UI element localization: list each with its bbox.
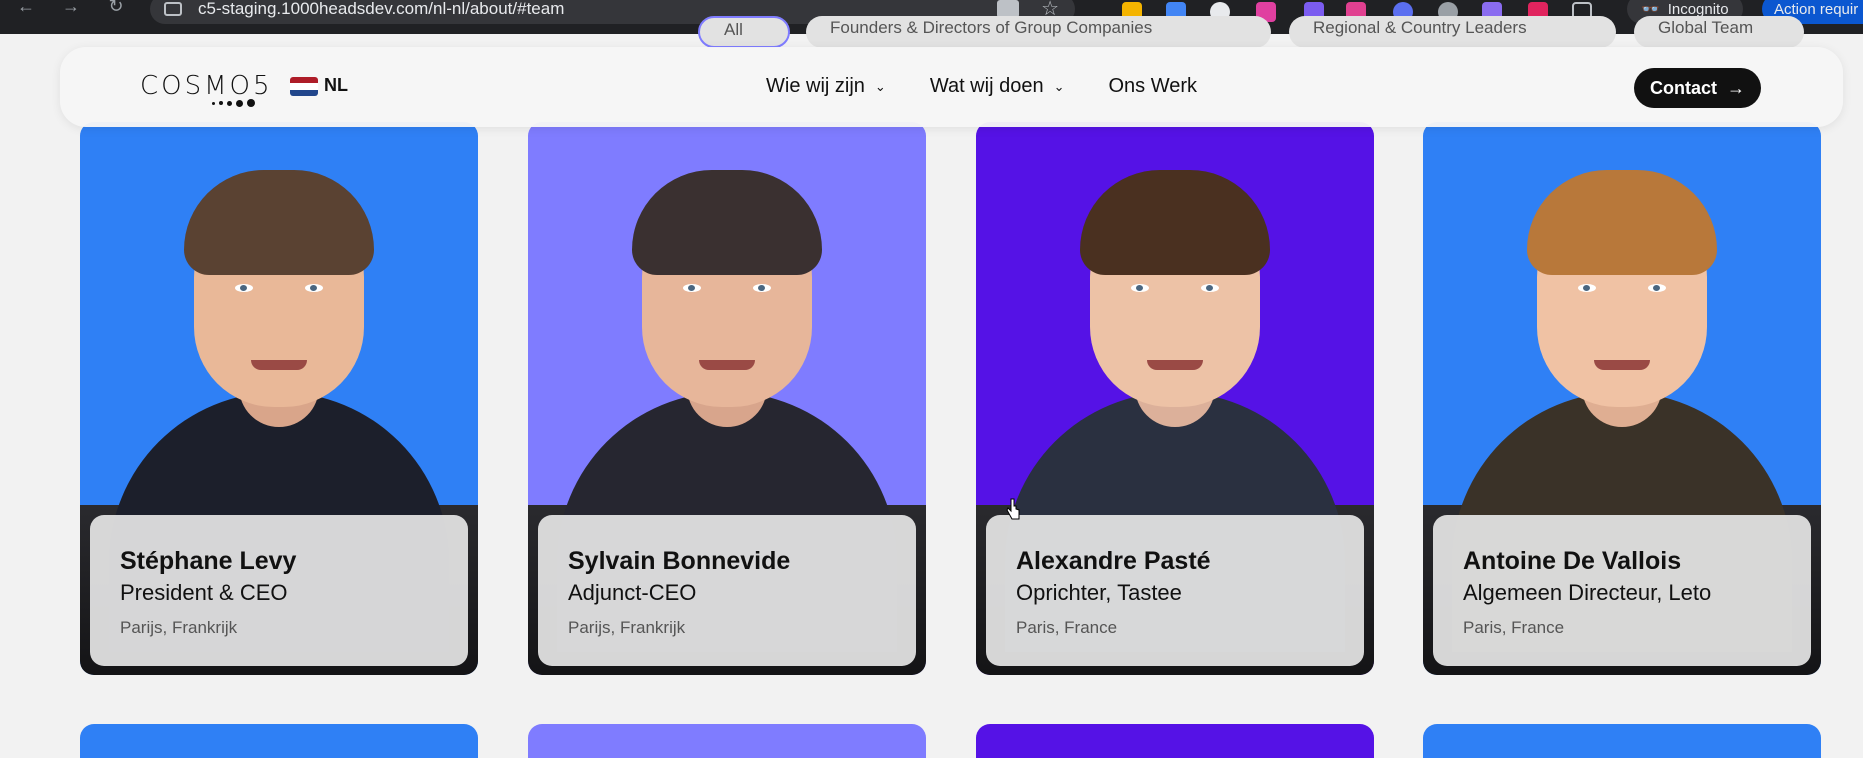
team-card[interactable]: Alexandre Pasté Oprichter, Tastee Paris,… <box>976 122 1374 675</box>
member-role: Algemeen Directeur, Leto <box>1463 580 1712 605</box>
member-role: President & CEO <box>120 580 288 605</box>
team-card[interactable] <box>1423 724 1821 758</box>
team-card[interactable] <box>976 724 1374 758</box>
filter-pill-global[interactable]: Global Team <box>1634 16 1804 48</box>
nav-label: Wat wij doen <box>929 75 1044 97</box>
team-card[interactable]: Antoine De Vallois Algemeen Directeur, L… <box>1423 122 1821 675</box>
member-role: Oprichter, Tastee <box>1016 580 1182 605</box>
team-card[interactable]: Sylvain Bonnevide Adjunct-CEO Parijs, Fr… <box>528 122 926 675</box>
chevron-down-icon: ⌄ <box>1053 78 1065 94</box>
reload-icon[interactable]: ↻ <box>100 0 132 18</box>
main-nav: Wie wij zijn ⌄ Wat wij doen ⌄ Ons Werk <box>766 75 1197 98</box>
language-selector[interactable]: NL <box>324 75 348 96</box>
site-info-icon[interactable] <box>164 2 182 16</box>
filter-pill-all[interactable]: All <box>698 16 790 48</box>
nav-label: Ons Werk <box>1108 75 1198 97</box>
member-location: Paris, France <box>1016 618 1118 637</box>
member-location: Paris, France <box>1463 618 1565 637</box>
action-required-label: Action requir <box>1774 0 1859 18</box>
forward-icon[interactable]: → <box>55 0 87 18</box>
nav-wie-wij-zijn[interactable]: Wie wij zijn ⌄ <box>766 75 886 98</box>
site-header: COSMO5 NL Wie wij zijn ⌄ Wat wij doen ⌄ … <box>60 47 1843 127</box>
member-name: Antoine De Vallois <box>1463 547 1682 575</box>
logo-dots-mark <box>212 99 255 107</box>
incognito-label: Incognito <box>1667 0 1729 18</box>
cosmo5-logo[interactable]: COSMO5 <box>140 71 273 101</box>
member-location: Parijs, Frankrijk <box>568 618 686 637</box>
team-card[interactable] <box>528 724 926 758</box>
nav-wat-wij-doen[interactable]: Wat wij doen ⌄ <box>930 75 1065 98</box>
team-member-info: Alexandre Pasté Oprichter, Tastee Paris,… <box>986 515 1364 666</box>
nav-label: Wie wij zijn <box>766 75 865 97</box>
team-card[interactable] <box>80 724 478 758</box>
member-location: Parijs, Frankrijk <box>120 618 238 637</box>
chevron-down-icon: ⌄ <box>874 78 886 94</box>
nav-ons-werk[interactable]: Ons Werk <box>1108 75 1197 98</box>
contact-button[interactable]: Contact → <box>1634 68 1761 108</box>
url-text: c5-staging.1000headsdev.com/nl-nl/about/… <box>198 0 565 18</box>
hand-cursor-icon <box>1006 498 1020 520</box>
arrow-right-icon: → <box>1727 77 1745 98</box>
member-role: Adjunct-CEO <box>568 580 697 605</box>
contact-label: Contact <box>1650 77 1717 98</box>
member-name: Stéphane Levy <box>120 547 297 575</box>
filter-pill-regional[interactable]: Regional & Country Leaders <box>1289 16 1616 48</box>
dutch-flag-icon[interactable] <box>290 77 318 96</box>
member-name: Sylvain Bonnevide <box>568 547 791 575</box>
team-member-info: Sylvain Bonnevide Adjunct-CEO Parijs, Fr… <box>538 515 916 666</box>
team-member-info: Stéphane Levy President & CEO Parijs, Fr… <box>90 515 468 666</box>
back-icon[interactable]: ← <box>10 0 42 18</box>
filter-pill-founders[interactable]: Founders & Directors of Group Companies <box>806 16 1271 48</box>
team-card[interactable]: Stéphane Levy President & CEO Parijs, Fr… <box>80 122 478 675</box>
member-name: Alexandre Pasté <box>1016 547 1211 575</box>
team-member-info: Antoine De Vallois Algemeen Directeur, L… <box>1433 515 1811 666</box>
